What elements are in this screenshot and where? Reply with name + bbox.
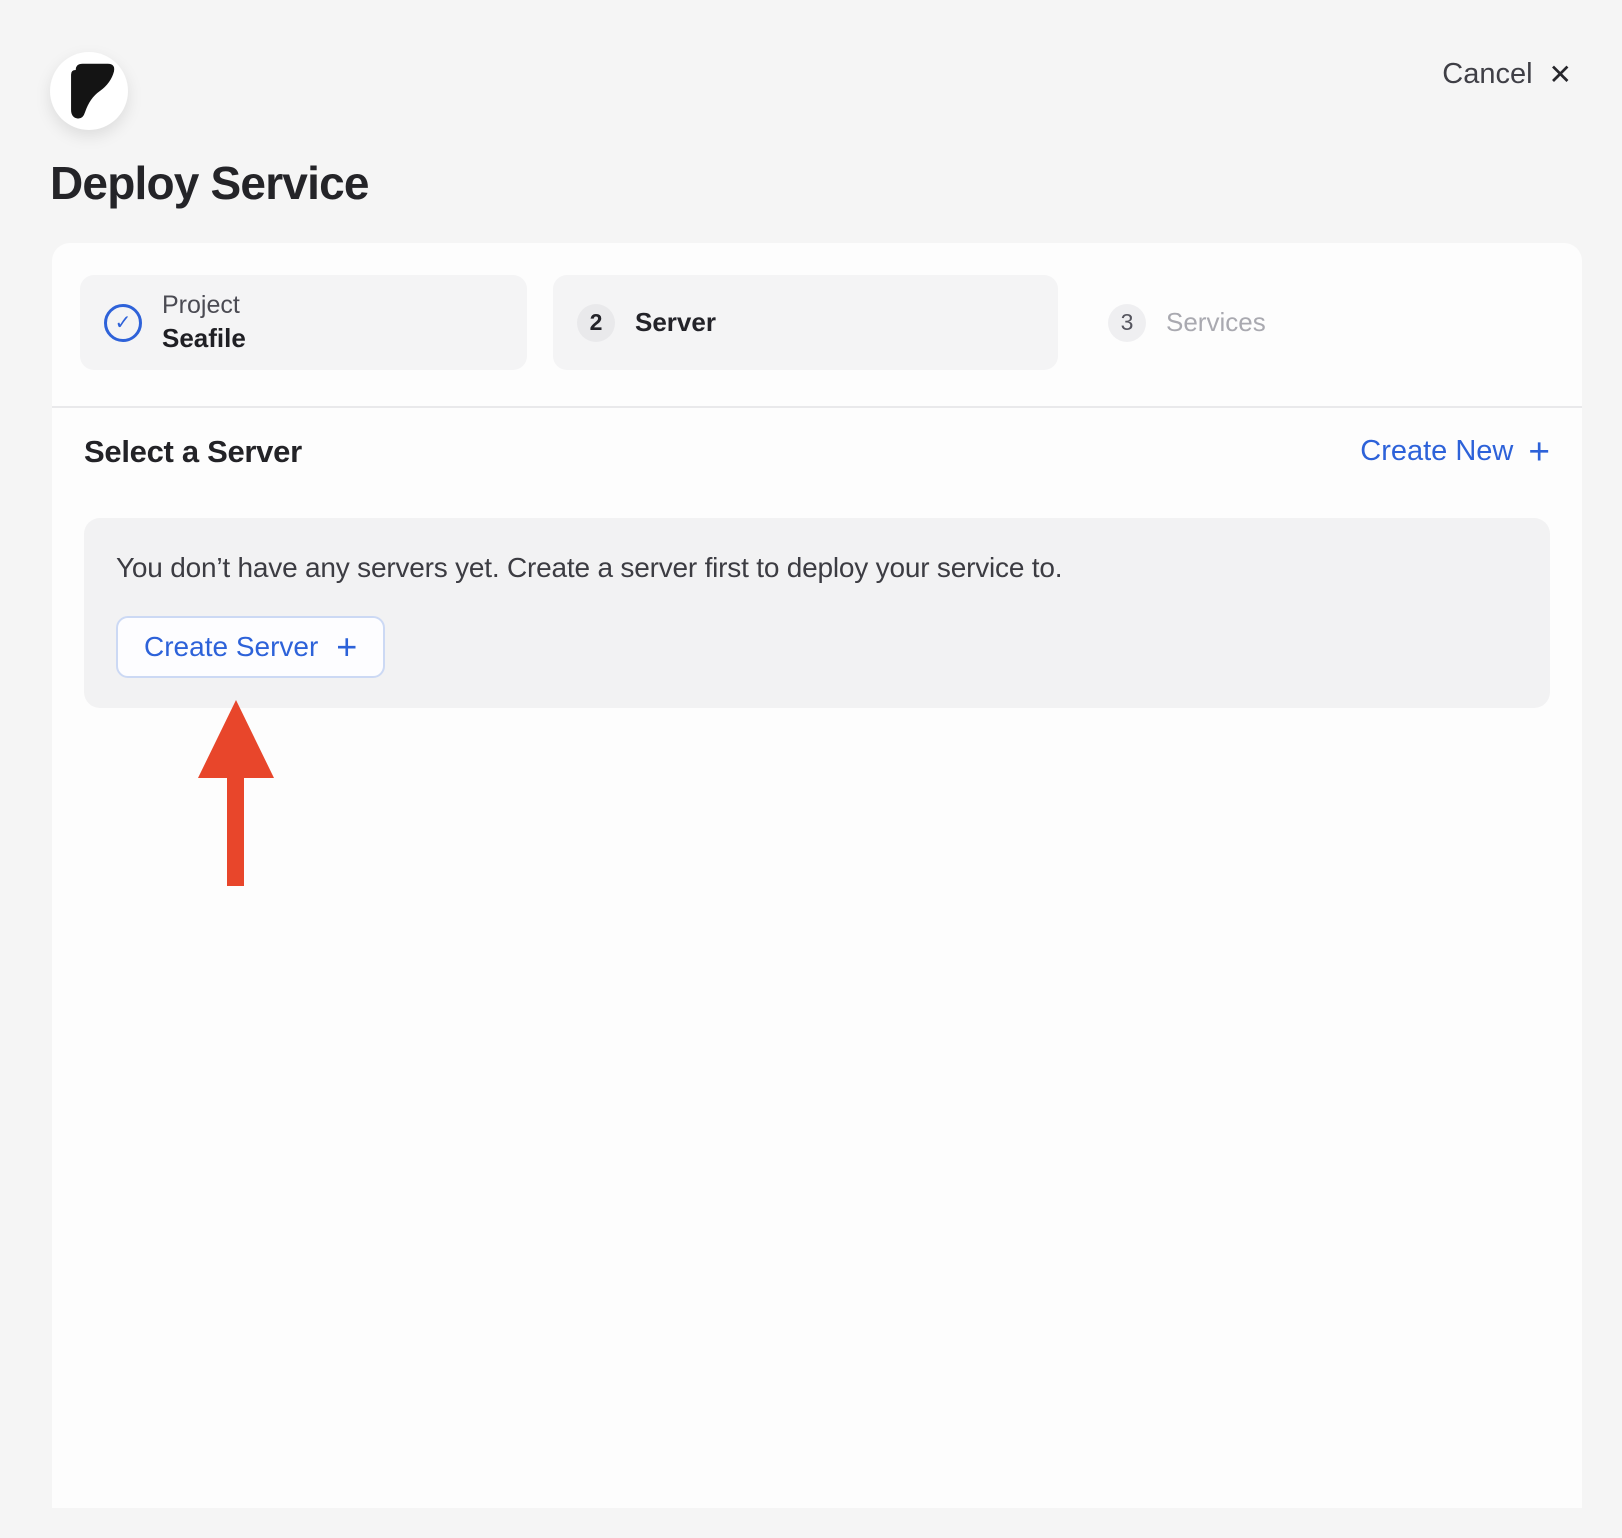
check-circle-icon: ✓ [104,304,142,342]
server-heading-row: Select a Server Create New + [84,434,1550,470]
step-project-label: Project [162,289,246,322]
wizard-stepper: ✓ Project Seafile 2 Server 3 Services [52,243,1582,408]
brand-logo [50,52,128,130]
step-services: 3 Services [1084,275,1554,370]
step-services-number: 3 [1108,304,1146,342]
deploy-wizard-card: ✓ Project Seafile 2 Server 3 Services Se… [52,243,1582,1508]
close-icon[interactable]: ✕ [1549,61,1572,89]
plus-icon: + [1528,435,1550,468]
cancel-label: Cancel [1442,58,1532,91]
no-servers-panel: You don’t have any servers yet. Create a… [84,518,1550,708]
step-server-label: Server [635,307,716,338]
step-services-label: Services [1166,307,1266,338]
server-step-content: Select a Server Create New + You don’t h… [52,434,1582,708]
step-server[interactable]: 2 Server [553,275,1058,370]
create-server-button[interactable]: Create Server + [116,616,385,678]
create-new-label: Create New [1360,435,1513,468]
select-server-heading: Select a Server [84,434,302,470]
step-project-labels: Project Seafile [162,289,246,355]
page-title: Deploy Service [50,156,1622,210]
deploy-service-page: { "header": { "title": "Deploy Service",… [0,0,1622,1538]
step-server-number: 2 [577,304,615,342]
create-server-label: Create Server [144,631,318,663]
step-project-value: Seafile [162,322,246,356]
create-new-link[interactable]: Create New + [1360,435,1550,468]
step-project[interactable]: ✓ Project Seafile [80,275,527,370]
plus-icon: + [336,631,357,663]
cancel-button[interactable]: Cancel ✕ [1442,58,1572,91]
brand-logo-icon [50,52,128,130]
no-servers-message: You don’t have any servers yet. Create a… [116,552,1518,584]
top-header: Cancel ✕ [0,0,1622,130]
